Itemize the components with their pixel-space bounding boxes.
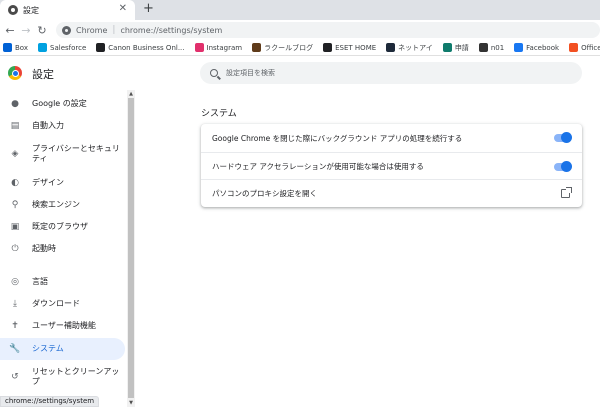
scroll-up-arrow-icon[interactable]: ▲	[127, 90, 135, 98]
download-icon: ⤓	[13, 299, 17, 309]
scroll-down-arrow-icon[interactable]: ▼	[127, 399, 135, 407]
open-in-new-icon[interactable]	[561, 187, 572, 198]
palette-icon: ◐	[11, 178, 19, 188]
clipboard-icon: ▤	[10, 121, 20, 131]
setting-row-hardware-acceleration[interactable]: ハードウェア アクセラレーションが使用可能な場合は使用する	[201, 152, 582, 180]
sidebar-item-reset[interactable]: ↺ リセットとクリーンアップ	[0, 366, 125, 388]
search-icon	[210, 69, 218, 77]
setting-label: ハードウェア アクセラレーションが使用可能な場合は使用する	[212, 162, 424, 171]
power-icon: ⏻	[11, 244, 19, 254]
settings-header: 設定	[0, 57, 600, 90]
search-input[interactable]	[226, 69, 526, 77]
canon-icon	[96, 43, 106, 52]
person-icon: ●	[11, 99, 19, 109]
address-bar[interactable]: Chrome | chrome://settings/system	[56, 22, 600, 38]
sidebar-item-on-startup[interactable]: ⏻ 起動時	[0, 238, 125, 260]
sidebar-item-autofill[interactable]: ▤ 自動入力	[0, 115, 125, 137]
reload-button[interactable]: ↻	[34, 24, 50, 37]
sheets-icon	[442, 43, 452, 52]
sidebar-item-accessibility[interactable]: ✝ ユーザー補助機能	[0, 315, 125, 337]
sidebar-item-downloads[interactable]: ⤓ ダウンロード	[0, 293, 125, 315]
bookmark-eset[interactable]: ESET HOME	[323, 43, 376, 52]
salesforce-icon	[38, 43, 48, 52]
bookmark-facebook[interactable]: Facebook	[514, 43, 559, 52]
settings-gear-icon	[8, 5, 18, 15]
sidebar: ● Google の設定 ▤ 自動入力 ◈ プライバシーとセキュリティ ◐ デザイン ⚲…	[0, 90, 135, 407]
close-tab-icon[interactable]: ✕	[119, 3, 127, 14]
search-icon: ⚲	[11, 200, 19, 210]
shield-icon: ◈	[11, 149, 19, 159]
status-bar-url: chrome://settings/system	[0, 396, 100, 407]
bookmark-office-tanaka[interactable]: Office TANAKA - Ex...	[569, 43, 600, 52]
bookmark-salesforce[interactable]: Salesforce	[38, 43, 86, 52]
sidebar-item-default-browser[interactable]: ▣ 既定のブラウザ	[0, 216, 125, 238]
netai-icon	[386, 43, 396, 52]
new-tab-button[interactable]: +	[143, 1, 154, 16]
bookmark-n01[interactable]: n01	[478, 43, 504, 52]
accessibility-icon: ✝	[11, 321, 19, 331]
setting-label: Google Chrome を閉じた際にバックグラウンド アプリの処理を続行する	[212, 133, 463, 143]
forward-button[interactable]: →	[18, 24, 34, 37]
chrome-logo-icon	[8, 66, 22, 80]
setting-row-background-apps[interactable]: Google Chrome を閉じた際にバックグラウンド アプリの処理を続行する	[201, 124, 582, 152]
page-title: 設定	[32, 68, 54, 81]
eset-icon	[323, 43, 333, 52]
settings-search[interactable]	[200, 62, 582, 84]
omnibox-chrome-label: Chrome	[76, 25, 108, 35]
bookmark-shinsei[interactable]: 申請	[442, 43, 469, 53]
sidebar-item-languages[interactable]: ◎ 言語	[0, 271, 125, 293]
tab-title: 設定	[23, 5, 39, 15]
instagram-icon	[194, 43, 204, 52]
bookmark-box[interactable]: Box	[3, 43, 28, 52]
globe-icon: ◎	[11, 277, 19, 287]
tab-settings[interactable]: 設定 ✕	[0, 0, 135, 20]
omnibox-url: chrome://settings/system	[120, 25, 223, 35]
chrome-icon	[62, 25, 71, 35]
setting-label: パソコンのプロキシ設定を開く	[212, 189, 317, 198]
omnibox-separator: |	[112, 25, 116, 35]
bookmark-blog[interactable]: ラクールブログ	[252, 43, 313, 53]
sidebar-scrollbar-thumb[interactable]	[128, 98, 134, 398]
office-icon	[569, 43, 579, 52]
bookmark-instagram[interactable]: Instagram	[194, 43, 242, 52]
blog-icon	[252, 43, 262, 52]
section-title: システム	[201, 109, 237, 119]
box-icon	[3, 43, 12, 52]
setting-row-proxy[interactable]: パソコンのプロキシ設定を開く	[201, 179, 582, 207]
tab-strip: 設定 ✕ +	[0, 0, 600, 20]
back-button[interactable]: ←	[2, 24, 18, 37]
facebook-icon	[514, 43, 524, 52]
bookmarks-bar: Box Salesforce Canon Business Onl... Ins…	[0, 40, 600, 56]
history-icon: ↺	[11, 372, 19, 382]
bookmark-netai[interactable]: ネットアイ	[386, 43, 433, 53]
system-settings-card: Google Chrome を閉じた際にバックグラウンド アプリの処理を続行する…	[201, 124, 582, 207]
bookmark-canon[interactable]: Canon Business Onl...	[96, 43, 185, 52]
background-apps-toggle[interactable]	[554, 132, 572, 143]
sidebar-item-appearance[interactable]: ◐ デザイン	[0, 172, 125, 194]
wrench-icon: 🔧	[9, 344, 21, 354]
sidebar-item-search-engine[interactable]: ⚲ 検索エンジン	[0, 194, 125, 216]
browser-icon: ▣	[10, 222, 20, 232]
sidebar-item-privacy[interactable]: ◈ プライバシーとセキュリティ	[0, 139, 125, 169]
sidebar-item-google[interactable]: ● Google の設定	[0, 93, 125, 115]
sidebar-item-system[interactable]: 🔧 システム	[0, 338, 125, 360]
toolbar: ← → ↻ Chrome | chrome://settings/system	[0, 20, 600, 40]
hardware-acceleration-toggle[interactable]	[554, 161, 572, 172]
n01-icon	[478, 43, 488, 52]
